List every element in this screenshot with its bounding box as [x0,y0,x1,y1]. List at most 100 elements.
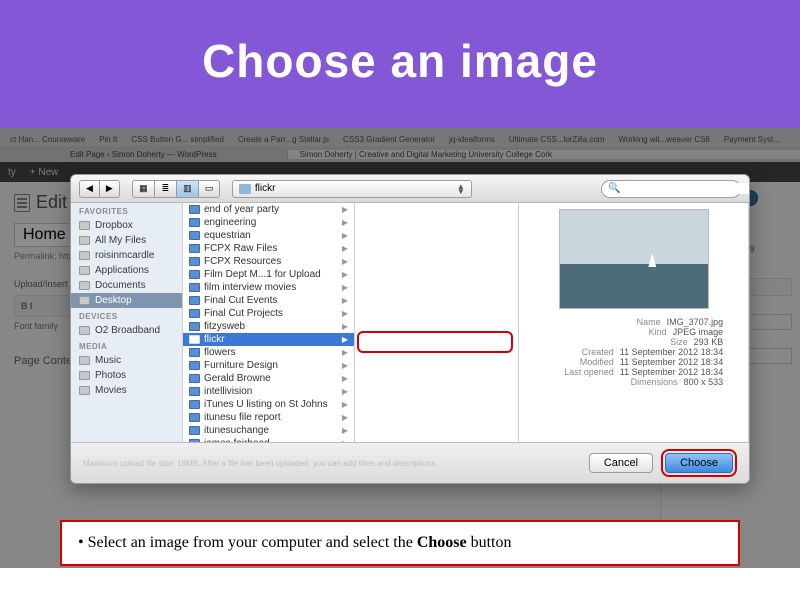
chevron-right-icon: ▶ [342,205,348,214]
folder-name: intellivision [204,386,252,397]
sidebar-item-icon [79,371,90,380]
folder-name: Gerald Browne [204,373,271,384]
folder-row[interactable]: engineering▶ [183,216,354,229]
folder-icon [189,244,200,253]
folder-name: iTunes U listing on St Johns [204,399,328,410]
folder-row[interactable]: flowers ▶ [183,346,354,359]
dialog-footer: Maximum upload file size: 16MB. After a … [71,443,749,483]
folder-name: flowers [204,347,236,358]
folder-row[interactable]: Final Cut Projects▶ [183,307,354,320]
folder-row[interactable]: fitzysweb ▶ [183,320,354,333]
sidebar-item[interactable]: Documents [71,278,182,293]
sidebar-item[interactable]: O2 Broadband [71,323,182,338]
upload-hint: Maximum upload file size: 16MB. After a … [83,459,438,468]
folder-icon [189,218,200,227]
folder-name: FCPX Raw Files [204,243,277,254]
preview-thumbnail [559,209,709,309]
nav-back-button[interactable]: ◀ [79,180,99,198]
folder-row[interactable]: film interview movies▶ [183,281,354,294]
view-list-button[interactable]: ≣ [154,180,176,198]
sidebar-group-label: MEDIA [71,338,182,353]
sidebar-item[interactable]: Dropbox [71,218,182,233]
instruction-text-pre: Select an image from your computer and s… [84,534,417,551]
meta-value: 293 KB [694,337,724,347]
instruction-text-post: button [467,534,512,551]
search-icon: 🔍 [608,183,620,194]
sidebar-item-label: Documents [95,280,146,291]
sidebar-item[interactable]: Photos [71,368,182,383]
sidebar-group-label: DEVICES [71,308,182,323]
chevron-right-icon: ▶ [342,439,348,442]
chevron-right-icon: ▶ [342,335,348,344]
sidebar-item[interactable]: Music [71,353,182,368]
folder-row[interactable]: itunesu file report▶ [183,411,354,424]
folder-name: fitzysweb [204,321,245,332]
folder-row[interactable]: end of year party▶ [183,203,354,216]
folder-row[interactable]: Final Cut Events▶ [183,294,354,307]
dialog-toolbar: ◀ ▶ ▦ ≣ ▥ ▭ flickr ▲▼ 🔍 [71,175,749,203]
folder-name: equestrian [204,230,251,241]
column-files[interactable] [355,203,519,442]
search-field[interactable]: 🔍 [601,180,741,198]
folder-row[interactable]: FCPX Raw Files ▶ [183,242,354,255]
folder-row[interactable]: flickr▶ [183,333,354,346]
folder-row[interactable]: equestrian▶ [183,229,354,242]
chevron-right-icon: ▶ [342,348,348,357]
sidebar-item-icon [79,386,90,395]
search-input[interactable] [620,183,750,194]
sidebar-item[interactable]: All My Files [71,233,182,248]
folder-row[interactable]: Furniture Design▶ [183,359,354,372]
sidebar-item-icon [79,356,90,365]
column-folders[interactable]: end of year party▶engineering▶equestrian… [183,203,355,442]
folder-row[interactable]: james fairhead▶ [183,437,354,442]
file-open-dialog: ◀ ▶ ▦ ≣ ▥ ▭ flickr ▲▼ 🔍 FAV [70,174,750,484]
meta-value: 11 September 2012 18:34 [620,367,723,377]
folder-row[interactable]: FCPX Resources▶ [183,255,354,268]
choose-button[interactable]: Choose [665,453,733,473]
sidebar-item-label: Dropbox [95,220,133,231]
view-columns-button[interactable]: ▥ [176,180,198,198]
sidebar-item-icon [79,296,90,305]
sidebar-item-label: O2 Broadband [95,325,160,336]
folder-icon [189,257,200,266]
chevron-right-icon: ▶ [342,322,348,331]
sidebar-item[interactable]: Desktop [71,293,182,308]
folder-icon [189,335,200,344]
choose-button-callout: Choose [661,449,737,477]
sidebar-item-label: Movies [95,385,127,396]
folder-icon [189,283,200,292]
preview-metadata: NameIMG_3707.jpg KindJPEG image Size293 … [544,317,723,387]
view-icons-button[interactable]: ▦ [132,180,154,198]
updown-icon: ▲▼ [457,184,465,194]
folder-name: Furniture Design [204,360,278,371]
sidebar-item[interactable]: roisinmcardle [71,248,182,263]
folder-row[interactable]: itunesuchange▶ [183,424,354,437]
folder-icon [189,231,200,240]
folder-icon [189,270,200,279]
meta-value: 11 September 2012 18:34 [620,347,723,357]
folder-icon [189,374,200,383]
folder-icon [189,426,200,435]
path-popup[interactable]: flickr ▲▼ [232,180,472,198]
cancel-button[interactable]: Cancel [589,453,653,473]
chevron-right-icon: ▶ [342,400,348,409]
sidebar-group-label: FAVORITES [71,203,182,218]
view-coverflow-button[interactable]: ▭ [198,180,220,198]
folder-row[interactable]: Film Dept M...1 for Upload▶ [183,268,354,281]
chevron-right-icon: ▶ [342,426,348,435]
sidebar-item-label: Desktop [95,295,132,306]
folder-icon [189,400,200,409]
meta-value: IMG_3707.jpg [667,317,724,327]
chevron-right-icon: ▶ [342,309,348,318]
sidebar-item[interactable]: Movies [71,383,182,398]
chevron-right-icon: ▶ [342,374,348,383]
sidebar-item[interactable]: Applications [71,263,182,278]
folder-row[interactable]: iTunes U listing on St Johns ▶ [183,398,354,411]
nav-forward-button[interactable]: ▶ [99,180,120,198]
chevron-right-icon: ▶ [342,218,348,227]
folder-row[interactable]: Gerald Browne ▶ [183,372,354,385]
chevron-right-icon: ▶ [342,244,348,253]
folder-row[interactable]: intellivision▶ [183,385,354,398]
meta-key: Name [591,317,661,327]
meta-key: Size [618,337,688,347]
